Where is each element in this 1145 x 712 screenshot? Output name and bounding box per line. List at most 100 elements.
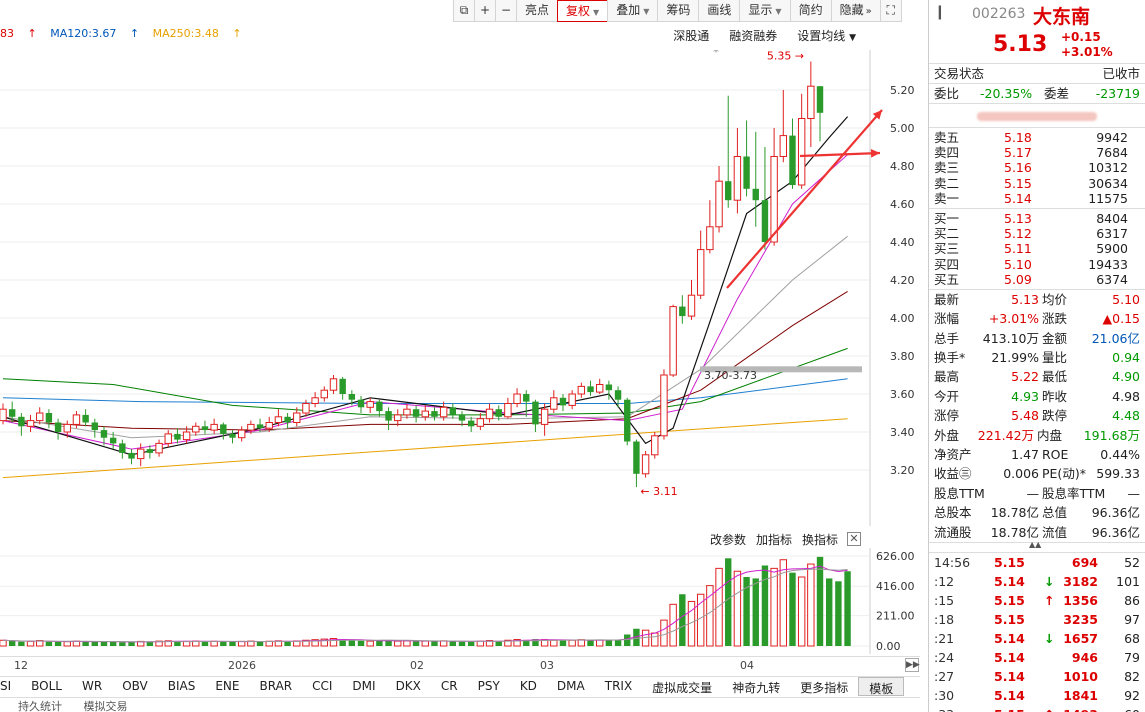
bottom-tab[interactable]: 模拟交易	[84, 700, 128, 712]
link-ma-settings[interactable]: 设置均线 ▼	[797, 27, 856, 44]
menu-icon[interactable]: ❙	[934, 4, 946, 20]
candle-body	[669, 306, 677, 376]
bid-level[interactable]: 买五 5.09 6374	[934, 272, 1140, 287]
ask-level[interactable]: 卖四 5.17 7684	[934, 145, 1140, 160]
weicha-label: 委差	[1044, 86, 1070, 101]
indicator-tab[interactable]: 虚拟成交量	[642, 677, 722, 696]
volume-bar	[109, 641, 117, 646]
tick-price: 5.14	[994, 649, 1025, 665]
indicator-tab[interactable]: 模板	[858, 677, 905, 696]
indicator-tab[interactable]: KD	[510, 677, 547, 696]
scroll-right-button[interactable]: ▶▶	[905, 658, 920, 672]
level-price: 5.16	[1004, 160, 1032, 176]
ask-level[interactable]: 卖三 5.16 10312	[934, 160, 1140, 175]
bid-level[interactable]: 买三 5.11 5900	[934, 241, 1140, 256]
indicator-tab[interactable]: DMA	[547, 677, 595, 696]
indicator-tab[interactable]: BRAR	[249, 677, 302, 696]
ask-level[interactable]: 卖一 5.14 11575	[934, 191, 1140, 206]
candle-body	[72, 414, 81, 425]
toolbar-overlay-button[interactable]: 叠加 ▼	[607, 0, 659, 22]
volume-bar	[733, 570, 742, 647]
switch-indicator-button[interactable]: 换指标	[802, 531, 838, 548]
stat-label: 外盘	[934, 427, 960, 443]
tick-volume: 1010	[1063, 668, 1098, 684]
toolbar-display-button[interactable]: 显示 ▼	[739, 0, 791, 22]
candle-body	[109, 437, 117, 444]
indicator-tab[interactable]: WR	[72, 677, 112, 696]
indicator-tab[interactable]: DMI	[342, 677, 385, 696]
indicator-tab[interactable]: CCI	[302, 677, 342, 696]
caret-down-icon: ▼	[849, 33, 856, 43]
stat-label: 收益㊂	[934, 466, 972, 482]
candle-body	[91, 422, 98, 431]
zoom-in-button[interactable]: +	[474, 0, 496, 22]
stat-label: 涨幅	[934, 311, 960, 327]
fullscreen-icon[interactable]: ⛶	[879, 0, 902, 22]
panel-divider[interactable]: ▲▲	[929, 540, 1145, 553]
ask-level[interactable]: 卖五 5.18 9942	[934, 130, 1140, 145]
candle-body	[596, 384, 604, 393]
candle-body	[256, 424, 264, 429]
bid-level[interactable]: 买二 5.12 6317	[934, 226, 1140, 241]
tick-list[interactable]: 14:56 5.15 694 52:12 5.14 ↓ 3182 101:15 5.15 ↑ 135…	[929, 553, 1145, 712]
candle-body	[513, 393, 521, 404]
candlestick-chart[interactable]: 5.20 5.00 4.80 4.60 4.40 4.20 4.00 3.80 3.60 3.40…	[0, 50, 920, 526]
toolbar-hide-button[interactable]: 隐藏»	[830, 0, 881, 22]
price-tick-label: 4.80	[890, 160, 915, 173]
indicator-tab[interactable]: BOLL	[21, 677, 72, 696]
volume-bar	[256, 641, 264, 646]
order-ratio-row: 委比 -20.35% 委差 -23719	[929, 84, 1145, 104]
candle-body	[63, 423, 71, 433]
indicator-tab[interactable]: BIAS	[158, 677, 206, 696]
bid-level[interactable]: 买四 5.10 19433	[934, 257, 1140, 272]
stat-value: 0.44%	[1100, 447, 1140, 462]
price-tick-label: 3.80	[890, 350, 915, 363]
quote-stats: 最新 5.13 均价 5.10 涨幅 +3.01% 涨跌 ▲0.15 总手 413.10万 金额 21…	[929, 290, 1145, 543]
stat-label: 总手	[934, 330, 960, 346]
tick-row: 14:56 5.15 694 52	[929, 553, 1145, 572]
indicator-tab[interactable]: ENE	[205, 677, 249, 696]
toolbar-adjust-button[interactable]: 复权 ▼	[557, 0, 609, 22]
indicator-tab[interactable]: OBV	[112, 677, 158, 696]
candle-body	[182, 431, 191, 441]
indicator-tab[interactable]: SI	[0, 677, 21, 696]
tick-price: 5.14	[994, 630, 1025, 646]
indicator-tab[interactable]: DKX	[386, 677, 431, 696]
indicator-tab[interactable]: TRIX	[595, 677, 642, 696]
indicator-tab[interactable]: 更多指标	[790, 677, 858, 696]
bottom-tab[interactable]: 持久统计	[18, 700, 62, 712]
collapse-icon[interactable]: ▲▲	[1029, 540, 1041, 549]
link-shenzhen-connect[interactable]: 深股通	[673, 27, 709, 44]
candle-body	[743, 156, 750, 189]
tick-row: :24 5.14 946 79	[929, 648, 1145, 667]
toolbar-simple-button[interactable]: 简约	[789, 0, 832, 22]
volume-bar	[82, 641, 89, 646]
candle-body	[624, 399, 631, 442]
toolbar-draw-button[interactable]: 画线	[698, 0, 741, 22]
add-indicator-button[interactable]: 加指标	[756, 531, 792, 548]
candle-body	[18, 416, 25, 427]
link-margin-trading[interactable]: 融资融券	[729, 27, 777, 44]
toolbar-chips-button[interactable]: 筹码	[657, 0, 700, 22]
edit-params-button[interactable]: 改参数	[710, 531, 746, 548]
ask-level[interactable]: 卖二 5.15 30634	[934, 176, 1140, 191]
level-volume: 19433	[1088, 256, 1128, 272]
indicator-tab[interactable]: 神奇九转	[722, 677, 790, 696]
price-tick-label: 5.00	[890, 122, 915, 135]
caret-down-icon: ▼	[643, 7, 650, 16]
candle-body	[220, 424, 227, 434]
indicator-tab[interactable]: PSY	[468, 677, 510, 696]
level-volume: 6374	[1096, 271, 1128, 287]
copy-icon[interactable]: ⧉	[453, 0, 475, 22]
level-label: 买一	[934, 210, 960, 226]
zoom-out-button[interactable]: −	[495, 0, 517, 22]
weibi-label: 委比	[934, 86, 960, 101]
tick-price: 5.15	[994, 592, 1025, 608]
indicator-tab[interactable]: CR	[431, 677, 468, 696]
close-icon[interactable]: ✕	[847, 532, 861, 546]
bid-level[interactable]: 买一 5.13 8404	[934, 211, 1140, 226]
volume-chart[interactable]: 626.00 416.00 211.00 0.00	[0, 548, 920, 654]
volume-bar	[119, 642, 126, 646]
level-label: 买三	[934, 241, 960, 257]
toolbar-highlight-button[interactable]: 亮点	[516, 0, 559, 22]
